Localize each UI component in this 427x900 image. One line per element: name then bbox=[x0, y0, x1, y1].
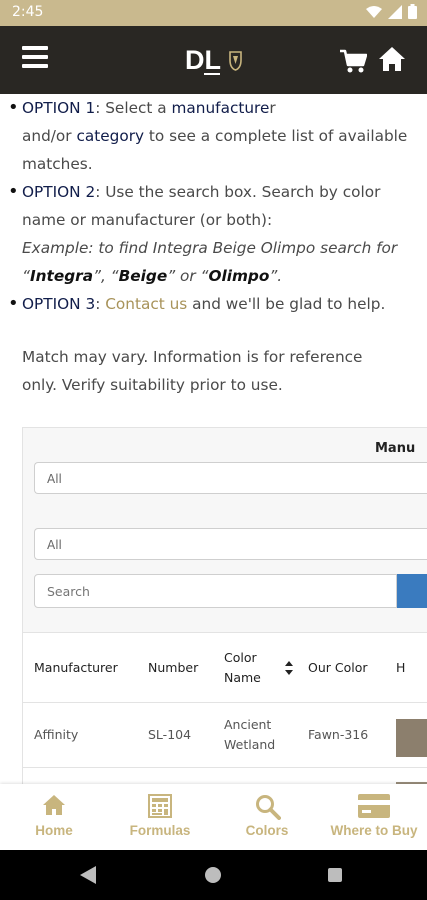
search-icon bbox=[256, 795, 281, 820]
column-header-manufacturer[interactable]: Manufacturer bbox=[34, 658, 118, 678]
option-3: OPTION 3: Contact us and we'll be glad t… bbox=[6, 290, 416, 318]
disclaimer-text: Match may vary. Information is for refer… bbox=[22, 348, 363, 394]
menu-button[interactable] bbox=[22, 46, 48, 70]
color-swatch bbox=[396, 719, 427, 757]
option-1: OPTION 1: Select a manufacturerand/or ca… bbox=[6, 94, 416, 178]
cell-manufacturer: Affinity bbox=[34, 727, 79, 742]
column-header-hex[interactable]: H bbox=[396, 658, 405, 678]
svg-text:DL: DL bbox=[185, 45, 221, 75]
search-button[interactable] bbox=[397, 574, 427, 608]
app-header: DL bbox=[0, 26, 427, 94]
tab-where-to-buy[interactable]: Where to Buy bbox=[324, 784, 424, 850]
cell-our-color: Fawn-316 bbox=[308, 727, 369, 742]
tab-colors[interactable]: Colors bbox=[227, 784, 307, 850]
wifi-icon bbox=[366, 5, 382, 18]
category-select[interactable]: All bbox=[34, 528, 427, 560]
home-icon[interactable] bbox=[378, 46, 406, 72]
cell-number: SL-104 bbox=[148, 727, 192, 742]
tab-formulas[interactable]: Formulas bbox=[120, 784, 200, 850]
option-2: OPTION 2: Use the search box. Search by … bbox=[6, 178, 416, 290]
main-content: OPTION 1: Select a manufacturerand/or ca… bbox=[0, 94, 427, 784]
system-nav-bar bbox=[0, 850, 427, 900]
hamburger-icon-line bbox=[22, 64, 48, 68]
recent-apps-icon[interactable] bbox=[328, 868, 342, 882]
options-list: OPTION 1: Select a manufacturerand/or ca… bbox=[6, 94, 416, 318]
credit-card-icon bbox=[358, 794, 390, 818]
results-table: Manufacturer Number Color Name Our Color… bbox=[23, 632, 427, 784]
battery-icon bbox=[408, 4, 417, 19]
status-time: 2:45 bbox=[12, 4, 44, 20]
home-icon bbox=[43, 795, 65, 815]
cart-icon[interactable] bbox=[339, 48, 367, 74]
contact-us-link[interactable]: Contact us bbox=[105, 295, 187, 313]
hamburger-icon-line bbox=[22, 46, 48, 50]
tab-home[interactable]: Home bbox=[14, 784, 94, 850]
signal-icon bbox=[388, 4, 402, 19]
column-header-our-color[interactable]: Our Color bbox=[308, 658, 368, 678]
manufacturer-select[interactable]: All bbox=[34, 462, 427, 494]
column-header-color-name[interactable]: Color Name bbox=[224, 648, 276, 688]
system-icons bbox=[366, 4, 417, 19]
hamburger-icon-line bbox=[22, 55, 48, 59]
cell-color-name: Ancient Wetland bbox=[224, 717, 276, 752]
manufacturer-filter-label: Manu bbox=[375, 441, 416, 456]
calculator-icon bbox=[148, 794, 172, 818]
bottom-tab-bar: Home Formulas Colors Where to Buy bbox=[0, 784, 427, 850]
search-input[interactable] bbox=[34, 574, 397, 608]
search-example: Example: to find Integra Beige Olimpo se… bbox=[22, 239, 398, 285]
table-divider bbox=[23, 767, 427, 768]
table-divider bbox=[23, 702, 427, 703]
status-bar: 2:45 bbox=[0, 0, 427, 26]
logo[interactable]: DL bbox=[185, 42, 247, 78]
sort-icon[interactable] bbox=[285, 661, 293, 675]
column-header-number[interactable]: Number bbox=[148, 658, 198, 678]
back-icon[interactable] bbox=[80, 866, 96, 884]
nav-home-icon[interactable] bbox=[205, 867, 221, 883]
color-match-panel: Manu All All Manufacturer Number Color N… bbox=[22, 427, 427, 784]
